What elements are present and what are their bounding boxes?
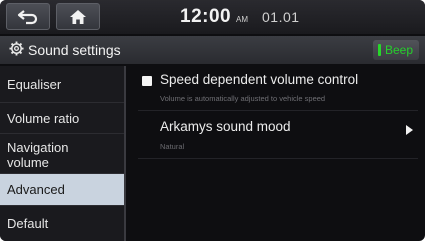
chevron-right-icon — [406, 122, 413, 140]
divider — [138, 110, 418, 111]
head-unit-screen: 12:00 AM 01.01 Sound settings Beep Equal… — [0, 0, 425, 241]
clock-time: 12:00 — [180, 6, 232, 27]
sidebar-item-advanced[interactable]: Advanced — [0, 174, 125, 206]
sidebar-scrollbar[interactable] — [124, 66, 126, 241]
back-icon — [17, 9, 38, 24]
divider — [138, 158, 418, 159]
page-title: Sound settings — [28, 42, 121, 58]
page-header: Sound settings Beep — [0, 36, 425, 64]
sidebar-item-label: Volume ratio — [7, 111, 80, 126]
speed-volume-label: Speed dependent volume control — [160, 72, 359, 87]
sidebar-item-label: Advanced — [7, 182, 65, 197]
sidebar-item-label: Equaliser — [7, 77, 62, 92]
back-button[interactable] — [6, 3, 50, 30]
sidebar-item-equaliser[interactable]: Equaliser — [0, 66, 125, 103]
clock-ampm: AM — [236, 15, 248, 24]
arkamys-label: Arkamys sound mood — [160, 119, 291, 134]
settings-content: Speed dependent volume control Volume is… — [128, 66, 425, 241]
speed-volume-checkbox[interactable] — [142, 76, 152, 86]
sidebar: Equaliser Volume ratio Navigation volume… — [0, 66, 125, 241]
sidebar-item-label: Navigation volume — [7, 140, 69, 170]
status-bar: 12:00 AM 01.01 — [0, 0, 425, 34]
sidebar-item-volume-ratio[interactable]: Volume ratio — [0, 103, 125, 134]
beep-toggle[interactable]: Beep — [372, 40, 419, 60]
sidebar-item-navigation-volume[interactable]: Navigation volume — [0, 134, 125, 174]
home-icon — [70, 9, 86, 24]
gear-icon — [9, 41, 24, 61]
speed-volume-description: Volume is automatically adjusted to vehi… — [160, 94, 326, 103]
date-display: 01.01 — [262, 9, 300, 25]
arkamys-value: Natural — [160, 142, 185, 151]
beep-label: Beep — [384, 43, 413, 57]
home-button[interactable] — [56, 3, 100, 30]
sidebar-item-default[interactable]: Default — [0, 206, 125, 241]
sidebar-item-label: Default — [7, 216, 49, 231]
beep-indicator-icon — [377, 44, 381, 56]
